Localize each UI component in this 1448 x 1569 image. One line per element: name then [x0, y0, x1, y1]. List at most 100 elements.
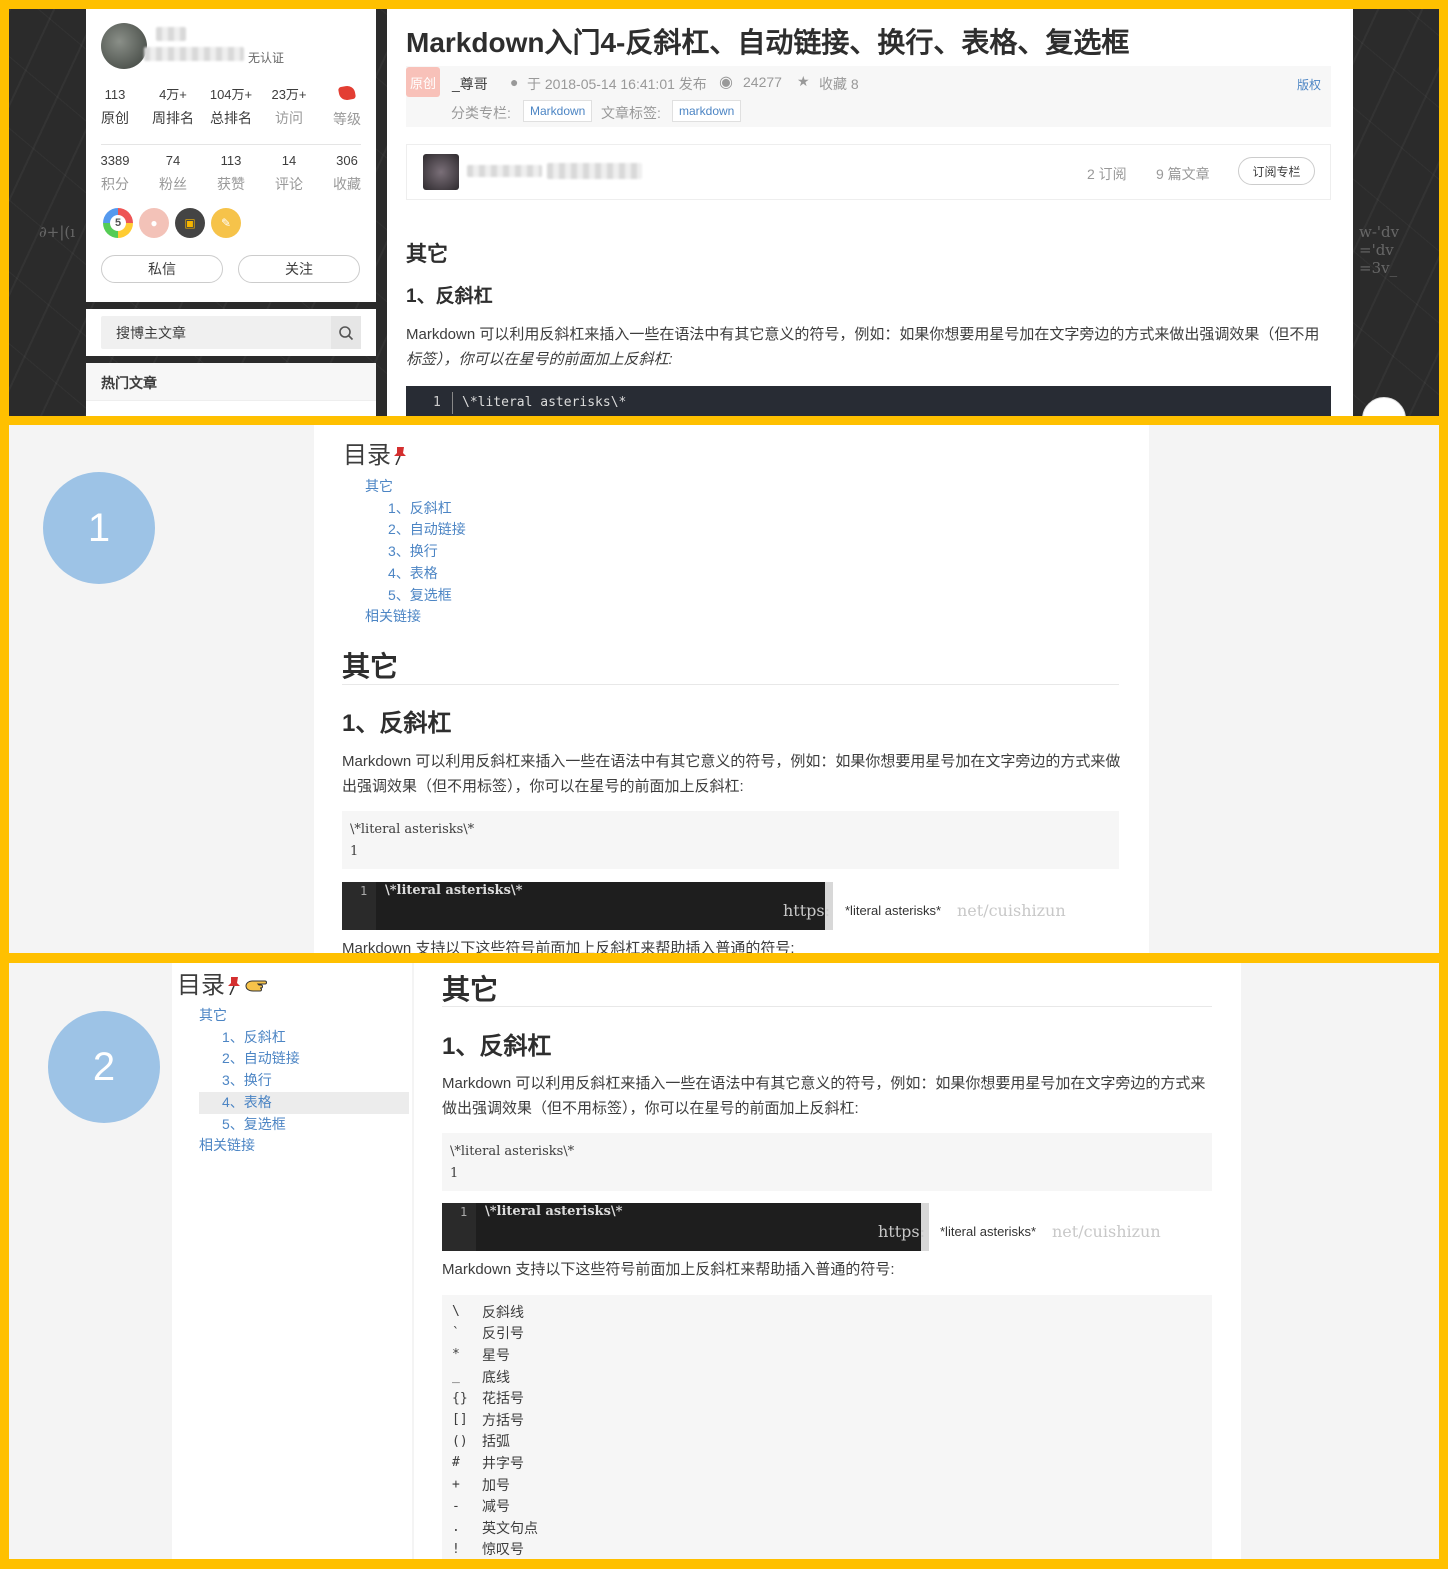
pushpin-icon [228, 977, 240, 995]
toc-item[interactable]: 2、自动链接 [199, 1048, 409, 1070]
watermark-right: net/cuishizun [1052, 1222, 1161, 1241]
escape-char: - [452, 1498, 460, 1514]
escape-row: _ 底线 [452, 1366, 1202, 1388]
escape-name: 反引号 [482, 1325, 524, 1342]
paragraph: Markdown 支持以下这些符号前面加上反斜杠来帮助插入普通的符号: [342, 940, 795, 953]
toc-item-active[interactable]: 4、表格 [199, 1091, 409, 1114]
badge-list: 5 ● ▣ ✎ [103, 208, 241, 238]
toc-item[interactable]: 2、自动链接 [365, 519, 466, 541]
escape-row: # 井字号 [452, 1452, 1202, 1474]
blog-search-input[interactable]: 搜博主文章 [101, 316, 361, 349]
pen-badge-icon[interactable]: ✎ [211, 208, 241, 238]
category-tag[interactable]: Markdown [523, 100, 593, 122]
code-line-number: 1 [433, 395, 441, 410]
eye-icon: ◉ [719, 74, 733, 91]
toc-item[interactable]: 1、反斜杠 [365, 498, 466, 520]
avatar[interactable] [101, 23, 147, 69]
column-avatar[interactable] [423, 154, 459, 190]
toc-item[interactable]: 3、换行 [365, 541, 466, 563]
paragraph: Markdown 可以利用反斜杠来插入一些在语法中有其它意义的符号，例如：如果你… [342, 753, 1121, 795]
escape-name: 括弧 [482, 1433, 510, 1450]
hex-badge-icon[interactable]: ▣ [175, 208, 205, 238]
paragraph: Markdown 支持以下这些符号前面加上反斜杠来帮助插入普通的符号: [442, 1261, 895, 1278]
article-title: Markdown入门4-反斜杠、自动链接、换行、表格、复选框 [406, 27, 1130, 58]
monkey-badge-icon[interactable]: ● [139, 208, 169, 238]
escape-row: {} 花括号 [452, 1387, 1202, 1409]
preview-screenshot-2: 2 目录 其它 1、反斜杠 2、自动链接 3、换行 4、表格 5、复选框 相关链… [9, 963, 1439, 1559]
copyright-link[interactable]: 版权 [1297, 76, 1321, 93]
blurred-column-name [467, 165, 542, 177]
stat-likes: 113 获赞 [217, 153, 245, 192]
chalk-doodle: ∂+|(ı [39, 223, 76, 241]
article-main: Markdown入门4-反斜杠、自动链接、换行、表格、复选框 原创 _尊哥 ● … [387, 9, 1353, 416]
preview-sheet: 目录 其它 1、反斜杠 2、自动链接 3、换行 4、表格 5、复选框 相关链接 … [314, 425, 1149, 953]
follow-button[interactable]: 关注 [238, 255, 360, 283]
divider [101, 144, 361, 145]
toc-item[interactable]: 1、反斜杠 [199, 1027, 409, 1049]
toc-title: 目录 [177, 965, 267, 1000]
escape-name: 减号 [482, 1498, 510, 1515]
toc-item[interactable]: 相关链接 [365, 606, 466, 628]
escape-row: ` 反引号 [452, 1323, 1202, 1345]
pushpin-icon [394, 447, 406, 465]
escape-name: 反斜线 [482, 1303, 524, 1320]
shot-line-number: 1 [360, 884, 368, 898]
author-link[interactable]: _尊哥 [452, 74, 488, 94]
view-count: 24277 [743, 74, 782, 90]
escape-row: [] 方括号 [452, 1409, 1202, 1431]
stat-comments: 14 评论 [275, 153, 303, 192]
blog-page-screenshot: ∂+|(ı w-'dv ='dv =3v_ 无认证 113 原创 4万+ 周排名 104… [9, 9, 1439, 416]
stat-favorites: 306 收藏 [333, 153, 361, 192]
favorite-count[interactable]: 收藏 8 [819, 74, 859, 94]
escape-row: * 星号 [452, 1344, 1202, 1366]
stats-bottom: 3389 积分 74 粉丝 113 获赞 14 评论 306 收藏 [86, 152, 376, 194]
escape-char: ! [452, 1541, 460, 1557]
stat-total-rank: 104万+ 总排名 [209, 87, 253, 126]
section-heading: 其它 [406, 243, 448, 266]
level-icon [337, 84, 357, 102]
five-year-badge-icon[interactable]: 5 [103, 208, 133, 238]
escape-char: () [452, 1433, 468, 1449]
toc-item[interactable]: 其它 [365, 476, 466, 498]
edit-float-button[interactable] [1362, 397, 1406, 416]
article-tag[interactable]: markdown [672, 100, 742, 122]
search-icon[interactable] [331, 316, 361, 349]
subscribe-column-button[interactable]: 订阅专栏 [1238, 157, 1315, 185]
escape-name: 加号 [482, 1476, 510, 1493]
stat-original[interactable]: 113 原创 [86, 86, 144, 129]
toc-item[interactable]: 相关链接 [199, 1135, 409, 1157]
category-label: 分类专栏: [451, 105, 511, 121]
escape-name: 惊叹号 [482, 1541, 524, 1558]
stat-level[interactable]: 等级 [318, 84, 376, 129]
toc-title: 目录 [343, 435, 407, 470]
blurred-username [144, 47, 244, 61]
escape-char: [] [452, 1412, 468, 1428]
escape-char: _ [452, 1369, 460, 1385]
toc-item[interactable]: 4、表格 [365, 563, 466, 585]
heading-rule [442, 1006, 1212, 1007]
escape-char: * [452, 1347, 460, 1363]
code-line: \*literal asterisks\* [350, 822, 475, 837]
toc-item[interactable]: 5、复选框 [365, 585, 466, 607]
rendered-literal: *literal asterisks* [940, 1224, 1037, 1239]
escape-char: # [452, 1455, 460, 1471]
subsection-heading: 1、反斜杠 [406, 286, 493, 307]
subsection-heading: 1、反斜杠 [442, 1033, 552, 1060]
toc-item[interactable]: 5、复选框 [199, 1114, 409, 1136]
escape-name: 英文句点 [482, 1519, 538, 1536]
stat-week-rank: 4万+ 周排名 [152, 87, 194, 126]
preview-screenshot-1: 1 目录 其它 1、反斜杠 2、自动链接 3、换行 4、表格 5、复选框 相关链… [9, 425, 1439, 953]
step-number-circle: 2 [48, 1011, 160, 1123]
gutter-divider [452, 392, 453, 414]
toc-item[interactable]: 3、换行 [199, 1070, 409, 1092]
tags-label: 文章标签: [601, 105, 661, 121]
table-of-contents: 其它 1、反斜杠 2、自动链接 3、换行 4、表格 5、复选框 相关链接 [199, 1005, 409, 1157]
escape-row: ! 惊叹号 [452, 1539, 1202, 1559]
message-button[interactable]: 私信 [101, 255, 223, 283]
escape-name: 星号 [482, 1346, 510, 1363]
code-block: \*literal asterisks\* 1 [442, 1133, 1212, 1191]
escape-name: 底线 [482, 1368, 510, 1385]
toc-item[interactable]: 其它 [199, 1005, 409, 1027]
stat-fans[interactable]: 74 粉丝 [144, 152, 202, 194]
escape-row: . 英文句点 [452, 1517, 1202, 1539]
